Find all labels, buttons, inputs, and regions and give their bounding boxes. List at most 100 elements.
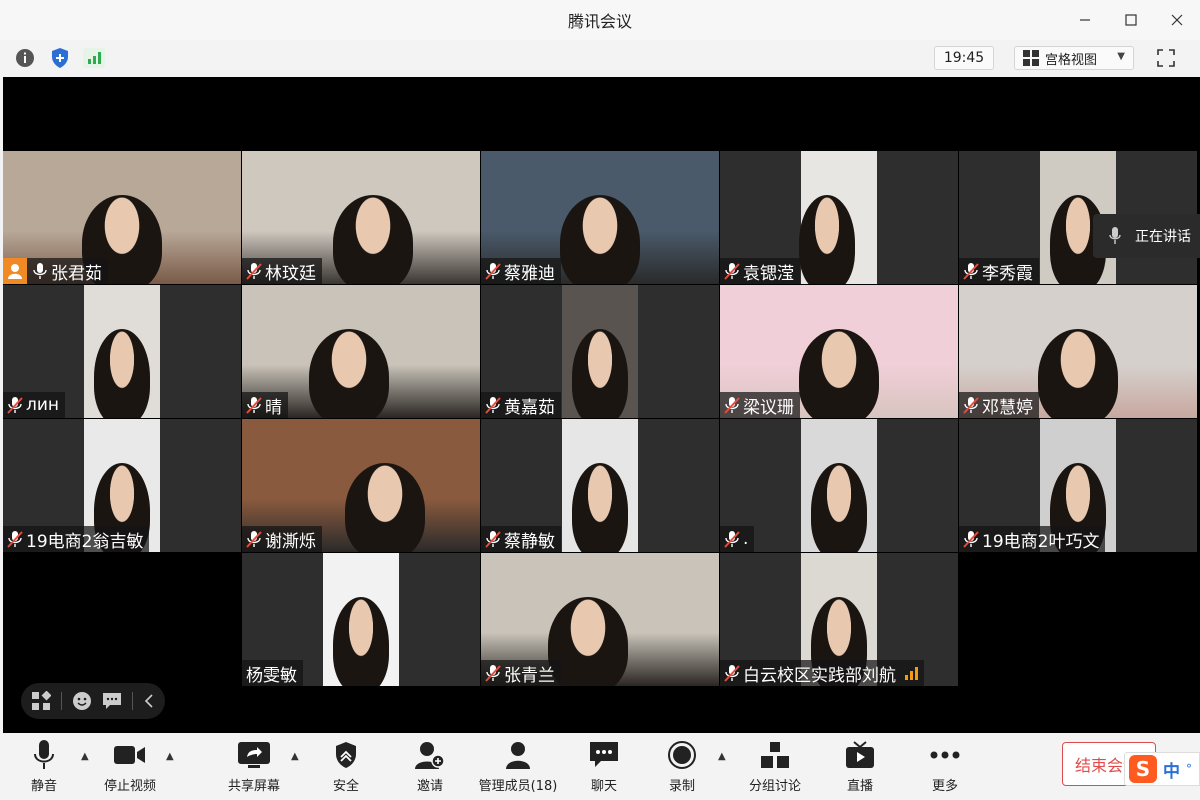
- participant-name-bar: 白云校区实践部刘航: [720, 660, 924, 686]
- participant-video-figure: [344, 463, 425, 552]
- mic-muted-icon: [7, 530, 23, 548]
- shield-icon: [52, 48, 68, 68]
- mic-muted-icon: [485, 262, 501, 280]
- participant-name: 张君茹: [51, 263, 102, 284]
- mic-muted-icon: [963, 396, 979, 414]
- info-icon: [16, 49, 34, 67]
- live-stream-button[interactable]: 直播: [840, 739, 880, 797]
- participant-name: лин: [26, 395, 60, 415]
- ime-moon-icon: °: [1186, 762, 1192, 776]
- participant-video-figure: [572, 329, 628, 418]
- maximize-button[interactable]: [1108, 0, 1154, 40]
- breakout-label: 分组讨论: [748, 779, 801, 794]
- microphone-icon: [32, 262, 48, 280]
- share-screen-button[interactable]: 共享屏幕: [224, 739, 284, 797]
- host-badge-icon: [3, 258, 27, 284]
- meeting-info-button[interactable]: [13, 46, 37, 70]
- participant-name-bar: 杨雯敏: [242, 660, 303, 686]
- share-options-caret[interactable]: ▲: [291, 751, 299, 762]
- record-button[interactable]: 录制: [662, 739, 702, 797]
- view-mode-select[interactable]: 宫格视图 ▼: [1014, 46, 1134, 70]
- minimize-button[interactable]: [1062, 0, 1108, 40]
- participant-tile[interactable]: 袁锶滢: [720, 151, 958, 284]
- signal-bars-icon: [83, 48, 105, 68]
- sogou-logo-icon: S: [1129, 755, 1157, 783]
- participant-tile[interactable]: 19电商2叶巧文: [959, 419, 1197, 552]
- participant-tile[interactable]: 林玟廷: [242, 151, 480, 284]
- participant-name-bar: 谢澌烁: [242, 526, 322, 552]
- ime-indicator[interactable]: S 中 °: [1124, 752, 1200, 786]
- participant-name: 张青兰: [504, 665, 555, 686]
- participant-tile[interactable]: лин: [3, 285, 241, 418]
- emoji-icon[interactable]: [72, 691, 92, 711]
- participant-name-bar: 19电商2叶巧文: [959, 526, 1106, 552]
- participant-video-figure: [309, 329, 390, 418]
- divider: [61, 692, 62, 710]
- participant-tile[interactable]: 杨雯敏: [242, 553, 480, 686]
- fullscreen-icon: [1157, 49, 1175, 67]
- security-button[interactable]: 安全: [326, 739, 366, 797]
- participant-tile[interactable]: 蔡静敏: [481, 419, 719, 552]
- participant-tile[interactable]: 黄嘉茹: [481, 285, 719, 418]
- fullscreen-button[interactable]: [1154, 46, 1178, 70]
- speaking-indicator: 正在讲话: [1093, 214, 1200, 258]
- participant-name-bar: 黄嘉茹: [481, 392, 561, 418]
- participant-name: 晴: [265, 397, 282, 418]
- chat-icon: [590, 742, 618, 767]
- participant-video-figure: [560, 195, 640, 284]
- ime-mode: 中: [1163, 761, 1180, 782]
- participant-name-bar: 蔡雅迪: [481, 258, 561, 284]
- add-user-icon: [415, 742, 445, 769]
- window-title: 腾讯会议: [567, 12, 632, 31]
- participant-name: 谢澌烁: [265, 531, 316, 552]
- participant-tile[interactable]: 邓慧婷: [959, 285, 1197, 418]
- mic-muted-icon: [246, 396, 262, 414]
- participant-name-bar: 梁议珊: [720, 392, 800, 418]
- participant-tile[interactable]: 白云校区实践部刘航: [720, 553, 958, 686]
- mic-muted-icon: [724, 664, 740, 682]
- participant-name-bar: 晴: [242, 392, 288, 418]
- invite-button[interactable]: 邀请: [410, 739, 450, 797]
- breakout-rooms-button[interactable]: 分组讨论: [746, 739, 804, 797]
- participant-name: 19电商2叶巧文: [982, 531, 1100, 552]
- participant-tile[interactable]: 谢澌烁: [242, 419, 480, 552]
- participant-tile[interactable]: 蔡雅迪: [481, 151, 719, 284]
- mute-options-caret[interactable]: ▲: [81, 751, 89, 762]
- chat-label: 聊天: [590, 779, 617, 794]
- close-button[interactable]: [1154, 0, 1200, 40]
- participant-tile[interactable]: 张青兰: [481, 553, 719, 686]
- participant-name-bar: 19电商2翁吉敏: [3, 526, 150, 552]
- mic-muted-icon: [485, 396, 501, 414]
- meeting-clock: 19:45: [934, 46, 994, 70]
- manage-members-button[interactable]: 管理成员(18): [476, 739, 560, 797]
- more-dots-icon: [930, 751, 960, 759]
- chevron-left-icon[interactable]: [143, 693, 155, 709]
- security-status-button[interactable]: [48, 46, 72, 70]
- mute-button[interactable]: 静音: [26, 739, 62, 797]
- more-button[interactable]: 更多: [925, 739, 965, 797]
- record-label: 录制: [668, 779, 695, 794]
- network-status-button[interactable]: [82, 46, 106, 70]
- participant-tile[interactable]: 梁议珊: [720, 285, 958, 418]
- mic-muted-icon: [485, 664, 501, 682]
- stop-video-label: 停止视频: [103, 779, 156, 794]
- mic-muted-icon: [246, 530, 262, 548]
- chat-bubble-icon[interactable]: [102, 691, 122, 711]
- layout-icon[interactable]: [31, 691, 51, 711]
- stop-video-button[interactable]: 停止视频: [100, 739, 160, 797]
- participant-tile[interactable]: 晴: [242, 285, 480, 418]
- chat-button[interactable]: 聊天: [584, 739, 624, 797]
- video-options-caret[interactable]: ▲: [166, 751, 174, 762]
- participant-tile[interactable]: 19电商2翁吉敏: [3, 419, 241, 552]
- participant-video-figure: [799, 195, 856, 284]
- participant-video-figure: [811, 463, 867, 552]
- mic-muted-icon: [246, 262, 262, 280]
- participant-tile[interactable]: 张君茹: [3, 151, 241, 284]
- record-options-caret[interactable]: ▲: [718, 751, 726, 762]
- speaking-label: 正在讲话: [1135, 229, 1191, 245]
- participant-name: 林玟廷: [265, 263, 316, 284]
- participant-video-figure: [799, 329, 879, 418]
- participant-tile[interactable]: .: [720, 419, 958, 552]
- participant-name: 袁锶滢: [743, 263, 794, 284]
- participant-name: 蔡静敏: [504, 531, 555, 552]
